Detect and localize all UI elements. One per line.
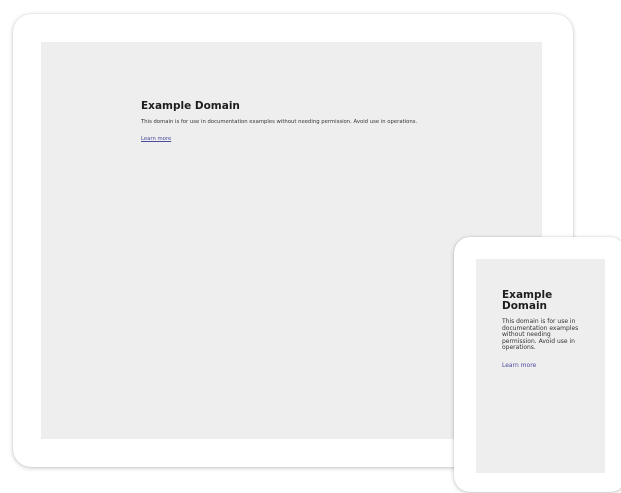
tablet-page-description: This domain is for use in documentation … [141, 119, 418, 125]
tablet-learn-more-link[interactable]: Learn more [141, 136, 171, 142]
phone-page-heading: Example Domain [502, 289, 553, 312]
phone-screen: Example Domain This domain is for use in… [476, 259, 605, 473]
phone-page-description: This domain is for use in documentation … [502, 318, 579, 351]
tablet-page-heading: Example Domain [141, 100, 240, 112]
tablet-page-content: Example Domain This domain is for use in… [141, 100, 443, 144]
phone-frame: Example Domain This domain is for use in… [454, 237, 621, 492]
phone-page-content: Example Domain This domain is for use in… [502, 290, 582, 371]
device-mockup-stage: Example Domain This domain is for use in… [0, 0, 621, 493]
phone-learn-more-link[interactable]: Learn more [502, 362, 536, 370]
